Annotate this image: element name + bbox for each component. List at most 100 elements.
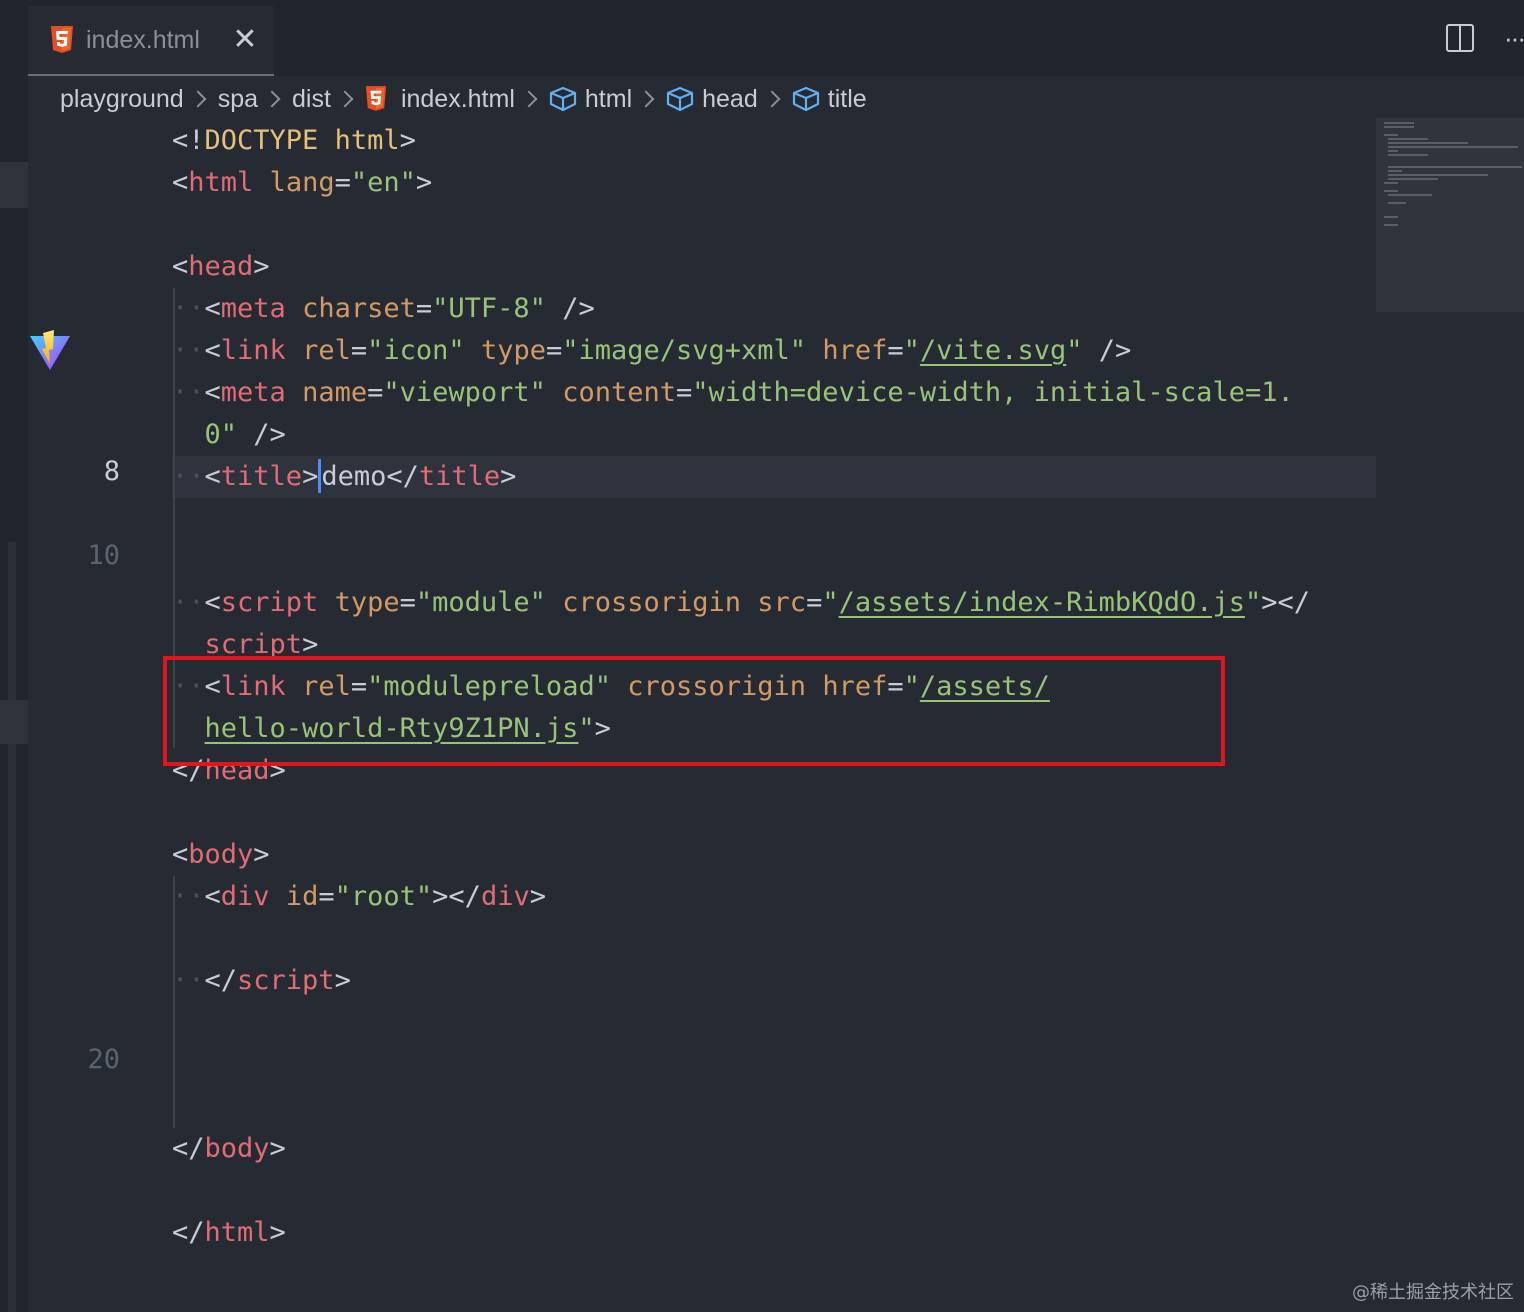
code-line[interactable]: <html lang="en"> <box>172 162 432 204</box>
code-line[interactable]: <head> <box>172 246 270 288</box>
attribute-name: charset <box>302 293 416 324</box>
tag-name: body <box>204 1133 270 1164</box>
quote: " <box>903 335 920 366</box>
tag-name: meta <box>220 377 286 408</box>
attribute-value: "root" <box>334 881 433 912</box>
doctype-html: html <box>334 125 400 156</box>
annotation-highlight-box <box>163 656 1225 766</box>
html5-icon <box>51 26 73 53</box>
code-line[interactable]: ··<div id="root"></div> <box>172 876 546 918</box>
chevron-right-icon <box>520 90 538 108</box>
chevron-right-icon <box>637 90 655 108</box>
breadcrumb-item-playground[interactable]: playground <box>60 85 184 114</box>
quote: " <box>822 587 839 618</box>
attribute-name: id <box>285 881 319 912</box>
code-line[interactable]: 0" /> <box>172 414 286 456</box>
attribute-name: content <box>562 377 676 408</box>
code-line[interactable]: ··<meta charset="UTF-8" /> <box>172 288 595 330</box>
attribute-name: src <box>757 587 807 618</box>
attribute-value: "width=device-width, initial-scale=1. <box>692 377 1294 408</box>
tag-name: title <box>418 461 501 492</box>
code-line[interactable]: ··</script> <box>172 960 351 1002</box>
tag-name: script <box>220 587 319 618</box>
breadcrumb-item-spa[interactable]: spa <box>218 85 258 114</box>
tab-bar: index.html ✕ ··· <box>28 0 1524 76</box>
close-icon[interactable]: ✕ <box>230 23 260 56</box>
breadcrumb-label: index.html <box>400 84 515 113</box>
tag-name: div <box>480 881 530 912</box>
tag-name: div <box>220 881 270 912</box>
activity-bar-marker <box>0 162 28 208</box>
more-actions-icon[interactable]: ··· <box>1504 23 1524 54</box>
watermark: @稀土掘金技术社区 <box>1352 1282 1514 1303</box>
text-content: demo <box>321 461 387 492</box>
attribute-name: type <box>480 335 546 366</box>
code-line[interactable]: </body> <box>172 1128 286 1170</box>
attribute-value: "module" <box>415 587 546 618</box>
code-line[interactable]: ··<link rel="icon" type="image/svg+xml" … <box>172 330 1131 372</box>
link-path[interactable]: /vite.svg <box>920 335 1066 366</box>
breadcrumb-label: dist <box>292 84 331 113</box>
quote: " <box>1244 587 1262 618</box>
breadcrumb-label: title <box>827 84 867 113</box>
chevron-right-icon <box>336 90 354 108</box>
activity-bar-marker <box>8 542 16 1312</box>
tag-name: html <box>204 1217 270 1248</box>
vite-logo-icon <box>30 330 70 370</box>
breadcrumb-item-index-html[interactable]: index.html <box>365 85 515 114</box>
quote: " <box>1066 335 1083 366</box>
breadcrumb-item-html[interactable]: html <box>549 85 632 114</box>
html5-icon <box>365 86 387 111</box>
chevron-right-icon <box>263 90 281 108</box>
attribute-value: "image/svg+xml" <box>562 335 807 366</box>
tag-name: html <box>188 167 254 198</box>
activity-bar <box>0 0 28 1312</box>
breadcrumb: playground spa dist index.html html head… <box>60 78 867 120</box>
tag-name: title <box>220 461 303 492</box>
chevron-right-icon <box>189 90 207 108</box>
code-line[interactable]: <body> <box>172 834 270 876</box>
tab-index-html[interactable]: index.html ✕ <box>28 6 274 76</box>
attribute-name: crossorigin <box>562 587 742 618</box>
attribute-name: name <box>302 377 368 408</box>
attribute-value: "viewport" <box>383 377 546 408</box>
attribute-value: 0" <box>204 419 238 450</box>
tag-name: script <box>237 965 335 996</box>
code-line[interactable]: <!DOCTYPE html> <box>172 120 416 162</box>
tag-name: body <box>188 839 254 870</box>
breadcrumb-label: playground <box>60 84 184 113</box>
line-number: 20 <box>87 1044 120 1075</box>
doctype-keyword: DOCTYPE <box>204 125 319 156</box>
breadcrumb-label: head <box>702 84 758 113</box>
code-line[interactable]: </html> <box>172 1212 286 1254</box>
cube-icon <box>549 86 576 112</box>
code-line[interactable]: ··<meta name="viewport" content="width=d… <box>172 372 1294 414</box>
attribute-name: href <box>822 335 888 366</box>
split-editor-icon[interactable] <box>1446 24 1474 52</box>
tag-name: meta <box>220 293 286 324</box>
code-line[interactable]: ··<script type="module" crossorigin src=… <box>172 582 1310 624</box>
line-number: 10 <box>87 540 120 571</box>
breadcrumb-label: spa <box>217 84 259 113</box>
attribute-name: type <box>334 587 400 618</box>
cube-icon <box>792 86 819 112</box>
breadcrumb-label: html <box>584 84 633 113</box>
chevron-right-icon <box>763 90 781 108</box>
breadcrumb-item-dist[interactable]: dist <box>292 85 331 114</box>
tag-name: head <box>188 251 254 282</box>
attribute-value: "UTF-8" <box>432 293 546 324</box>
breadcrumb-item-head[interactable]: head <box>666 85 758 114</box>
cube-icon <box>667 86 694 112</box>
attribute-name: rel <box>302 335 351 366</box>
tab-actions: ··· <box>1446 18 1524 58</box>
code-line-current[interactable]: ··<title> demo</title> <box>172 456 516 498</box>
minimap[interactable] <box>1376 118 1524 312</box>
punctuation: <! <box>172 125 205 156</box>
line-number: 8 <box>103 456 120 487</box>
tab-label: index.html <box>86 25 200 54</box>
link-path[interactable]: /assets/index-RimbKQdO.js <box>839 587 1245 618</box>
attribute-value: "icon" <box>367 335 465 366</box>
tag-name: link <box>220 335 286 366</box>
breadcrumb-item-title[interactable]: title <box>792 85 867 114</box>
activity-bar-marker <box>0 700 28 744</box>
